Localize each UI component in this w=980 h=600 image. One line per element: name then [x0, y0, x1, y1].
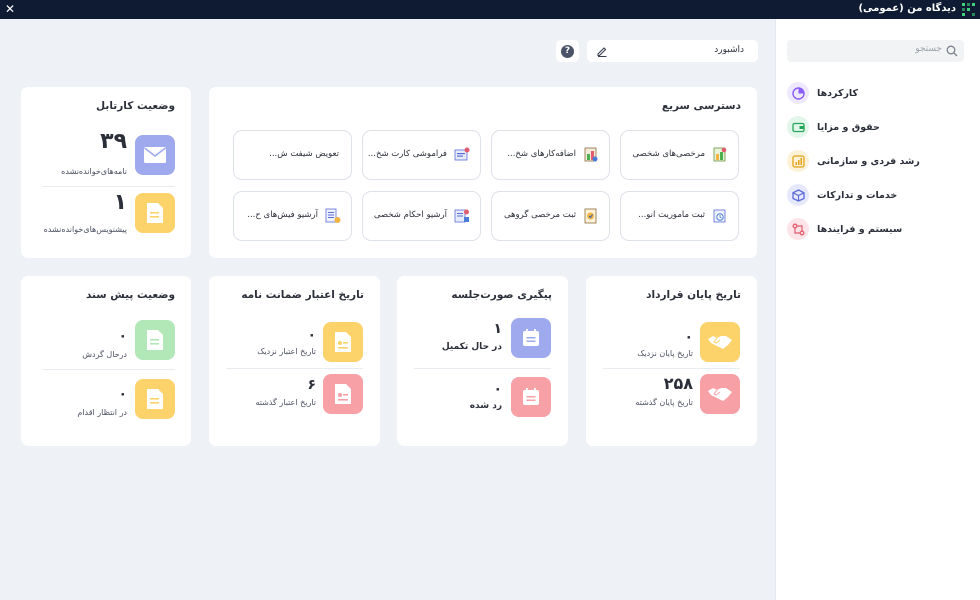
document-icon	[135, 193, 175, 233]
help-icon: ?	[561, 44, 574, 58]
unread-letters-label: نامه‌های‌خوانده‌نشده	[61, 167, 127, 176]
contract-past-label: تاریخ پایان گذشته	[635, 398, 693, 407]
help-button[interactable]: ?	[556, 40, 579, 62]
quick-access-label: ثبت ماموریت انو...	[638, 210, 705, 220]
draft-docs-title: وضعیت پیش سند	[85, 289, 175, 301]
quick-access-card: دسترسی سریع مرخصی‌های شخصی اضافه‌کارهای …	[209, 87, 757, 258]
contract-near-label: تاریخ پایان نزدیک	[637, 349, 693, 358]
draft-circulating-count[interactable]: ۰	[118, 328, 127, 344]
dashboard-selector[interactable]: داشبورد	[587, 40, 758, 62]
guarantee-validity-card: تاریخ اعتبار ضمانت نامه ۰ تاریخ اعتبار ن…	[209, 276, 380, 446]
document-icon	[135, 379, 175, 419]
divider	[414, 368, 551, 369]
payslip-archive-icon	[325, 208, 341, 223]
sidebar-item-label: کارکردها	[817, 87, 859, 99]
sidebar-item-label: خدمات و تدارکات	[817, 189, 898, 201]
quick-access-label: ثبت مرخصی گروهی	[503, 210, 576, 220]
minutes-rejected-count[interactable]: ۰	[493, 381, 502, 397]
sidebar-item-label: سیستم و فرایندها	[817, 223, 903, 235]
quick-access-personal-leave[interactable]: مرخصی‌های شخصی	[620, 130, 739, 180]
minutes-in-progress-label: در حال تکمیل	[441, 342, 502, 352]
quick-access-label: فراموشی کارت شخ...	[367, 149, 447, 159]
decrees-archive-icon	[454, 209, 469, 223]
edit-icon[interactable]	[596, 45, 608, 57]
divider	[603, 368, 740, 369]
contract-end-title: تاریخ پایان قرارداد	[646, 289, 741, 301]
kartabl-status-card: وضعیت کارتابل ۳۹ نامه‌های‌خوانده‌نشده ۱ …	[21, 87, 191, 258]
guarantee-past-count[interactable]: ۶	[307, 377, 316, 393]
quick-access-decrees-archive[interactable]: آرشیو احکام شخصی	[362, 191, 481, 241]
mail-icon	[135, 135, 175, 175]
draft-pending-label: در انتظار اقدام	[77, 408, 127, 417]
search-icon	[946, 45, 958, 57]
quick-access-mission[interactable]: ثبت ماموریت انو...	[620, 191, 739, 241]
sidebar: جستجو کارکردها حقوق و مزایا رشد فردی و س…	[775, 19, 980, 600]
workflow-icon	[787, 218, 809, 240]
pie-chart-icon	[787, 82, 809, 104]
growth-chart-icon	[787, 150, 809, 172]
guarantee-title: تاریخ اعتبار ضمانت نامه	[241, 289, 364, 301]
quick-access-group-leave[interactable]: ثبت مرخصی گروهی	[491, 191, 610, 241]
quick-access-overtime[interactable]: اضافه‌کارهای شخ...	[491, 130, 610, 180]
divider	[43, 186, 175, 187]
quick-access-label: آرشیو احکام شخصی	[373, 210, 447, 220]
quick-access-label: مرخصی‌های شخصی	[632, 149, 705, 159]
document-icon	[323, 374, 363, 414]
forgot-card-icon	[454, 147, 470, 161]
mission-icon	[713, 209, 726, 223]
quick-access-forgot-card[interactable]: فراموشی کارت شخ...	[362, 130, 481, 180]
sidebar-item-systems[interactable]: سیستم و فرایندها	[787, 212, 964, 246]
sidebar-item-functions[interactable]: کارکردها	[787, 76, 964, 110]
unread-followups-label: پیشنویس‌های‌خوانده‌نشده	[43, 225, 127, 234]
quick-access-label: تعویض شیفت ش...	[269, 149, 339, 159]
quick-access-label: آرشیو فیش‌های ح...	[247, 210, 318, 220]
contract-past-count[interactable]: ۲۵۸	[664, 374, 693, 393]
contract-end-card: تاریخ پایان قرارداد ۰ تاریخ پایان نزدیک …	[586, 276, 757, 446]
sidebar-item-services[interactable]: خدمات و تدارکات	[787, 178, 964, 212]
minutes-rejected-label: رد شده	[469, 401, 502, 411]
sidebar-item-growth[interactable]: رشد فردی و سازمانی	[787, 144, 964, 178]
guarantee-near-count[interactable]: ۰	[307, 327, 316, 343]
unread-followups-count[interactable]: ۱	[114, 190, 127, 215]
handshake-icon	[700, 374, 740, 414]
divider	[43, 369, 175, 370]
document-icon	[135, 320, 175, 360]
quick-access-payslip-archive[interactable]: آرشیو فیش‌های ح...	[233, 191, 352, 241]
dashboard-label: داشبورد	[714, 45, 744, 55]
draft-circulating-label: درحال گردش	[82, 350, 127, 359]
sidebar-item-label: رشد فردی و سازمانی	[817, 155, 920, 167]
guarantee-past-label: تاریخ اعتبار گذشته	[255, 398, 316, 407]
wallet-icon	[787, 116, 809, 138]
calendar-icon	[511, 318, 551, 358]
sidebar-nav: کارکردها حقوق و مزایا رشد فردی و سازمانی…	[787, 76, 964, 246]
search-input[interactable]: جستجو	[787, 40, 964, 62]
quick-access-shift-change[interactable]: تعویض شیفت ش...	[233, 130, 352, 180]
search-placeholder: جستجو	[915, 44, 942, 54]
group-leave-icon	[584, 208, 597, 224]
quick-access-title: دسترسی سریع	[661, 100, 741, 112]
minutes-followup-card: پیگیری صورت‌جلسه ۱ در حال تکمیل ۰ رد شده	[397, 276, 568, 446]
contract-near-count[interactable]: ۰	[684, 329, 693, 345]
title-bar: ✕ دیدگاه من (عمومی)	[0, 0, 980, 19]
sidebar-item-payroll[interactable]: حقوق و مزایا	[787, 110, 964, 144]
draft-document-card: وضعیت پیش سند ۰ درحال گردش ۰ در انتظار ا…	[21, 276, 191, 446]
app-logo-icon	[962, 3, 975, 16]
handshake-icon	[700, 322, 740, 362]
divider	[226, 368, 363, 369]
draft-pending-count[interactable]: ۰	[118, 386, 127, 402]
calendar-icon	[511, 377, 551, 417]
guarantee-near-label: تاریخ اعتبار نزدیک	[257, 347, 316, 356]
kartabl-title: وضعیت کارتابل	[96, 100, 175, 112]
quick-access-label: اضافه‌کارهای شخ...	[507, 149, 576, 159]
minutes-in-progress-count[interactable]: ۱	[493, 321, 502, 337]
close-icon[interactable]: ✕	[5, 1, 15, 17]
leave-icon	[713, 147, 727, 162]
document-icon	[323, 322, 363, 362]
unread-letters-count[interactable]: ۳۹	[100, 129, 127, 154]
overtime-icon	[584, 147, 598, 162]
box-icon	[787, 184, 809, 206]
minutes-title: پیگیری صورت‌جلسه	[451, 289, 552, 301]
window-title: دیدگاه من (عمومی)	[858, 3, 956, 14]
sidebar-item-label: حقوق و مزایا	[817, 121, 880, 133]
